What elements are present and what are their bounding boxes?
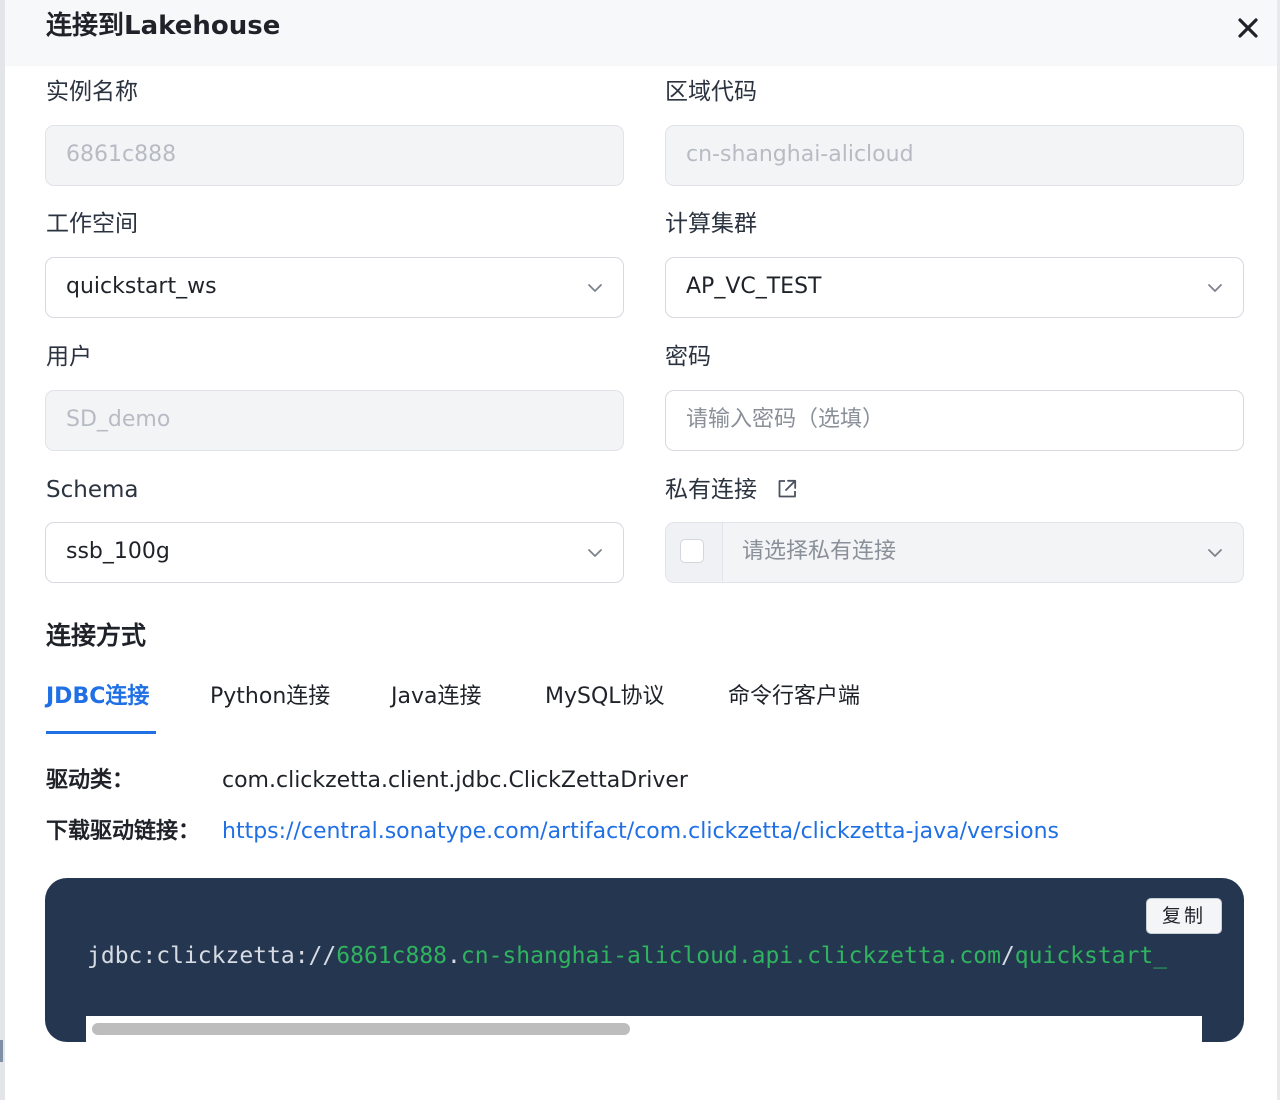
user-label: 用户 [46,344,92,370]
schema-value: ssb_100g [66,539,170,564]
schema-select[interactable]: ssb_100g [45,522,624,583]
dialog-header: 连接到Lakehouse [5,0,1277,66]
private-connection-checkbox[interactable] [680,539,704,563]
workspace-select[interactable]: quickstart_ws [45,257,624,318]
jdbc-url-text: jdbc:clickzetta://6861c888.cn-shanghai-a… [87,940,1202,972]
copy-button[interactable]: 复制 [1146,898,1222,934]
jdbc-code-block: jdbc:clickzetta://6861c888.cn-shanghai-a… [45,878,1244,1042]
private-connection-label-wrap: 私有连接 [665,475,798,505]
region-code-label: 区域代码 [665,79,757,105]
code-dot: . [447,943,461,969]
chevron-down-icon [1208,284,1222,292]
chevron-down-icon [588,284,602,292]
schema-label: Schema [46,477,139,503]
code-prefix: jdbc:clickzetta:// [87,943,337,969]
close-icon [1238,18,1258,38]
compute-cluster-select[interactable]: AP_VC_TEST [665,257,1244,318]
driver-class-value: com.clickzetta.client.jdbc.ClickZettaDri… [222,768,688,793]
tab-python[interactable]: Python连接 [210,682,330,712]
workspace-value: quickstart_ws [66,274,217,299]
download-driver-link[interactable]: https://central.sonatype.com/artifact/co… [222,817,1059,847]
instance-name-label: 实例名称 [46,79,138,105]
code-host: cn-shanghai-alicloud.api.clickzetta.com [460,943,1001,969]
private-connection-placeholder: 请选择私有连接 [742,539,897,564]
code-scrollbar-thumb[interactable] [92,1023,630,1035]
code-instance: 6861c888 [336,943,448,969]
user-value: SD_demo [66,407,171,432]
download-driver-label: 下载驱动链接： [46,819,201,844]
compute-cluster-label: 计算集群 [665,211,757,237]
driver-class-label: 驱动类： [46,768,135,793]
code-slash: / [1000,943,1015,969]
private-connection-checkbox-area [666,523,723,581]
tab-cli[interactable]: 命令行客户端 [728,682,860,712]
instance-name-value: 6861c888 [66,142,177,167]
private-connection-select[interactable]: 请选择私有连接 [665,522,1244,583]
tab-jdbc[interactable]: JDBC连接 [46,682,149,712]
chevron-down-icon [1208,549,1222,557]
active-tab-indicator [46,731,156,734]
instance-name-field: 6861c888 [45,125,624,186]
region-code-value: cn-shanghai-alicloud [686,142,914,167]
tab-mysql[interactable]: MySQL协议 [545,682,665,712]
tab-java[interactable]: Java连接 [391,682,481,712]
user-field: SD_demo [45,390,624,451]
password-field[interactable]: 请输入密码（选填） [665,390,1244,451]
dialog-title: 连接到Lakehouse [46,11,281,41]
code-workspace: quickstart_ [1014,943,1168,969]
code-scrollbar[interactable] [86,1016,1202,1042]
workspace-label: 工作空间 [46,211,138,237]
chevron-down-icon [588,549,602,557]
password-label: 密码 [665,344,711,370]
password-placeholder: 请输入密码（选填） [686,407,885,432]
close-button[interactable] [1235,15,1261,41]
connect-dialog: 连接到Lakehouse 实例名称 区域代码 6861c888 cn-shang… [5,0,1277,1100]
private-connection-label: 私有连接 [665,477,757,503]
external-link-icon[interactable] [776,478,798,500]
compute-cluster-value: AP_VC_TEST [686,274,822,299]
background-accent [0,1040,3,1062]
connection-method-title: 连接方式 [46,621,147,650]
region-code-field: cn-shanghai-alicloud [665,125,1244,186]
